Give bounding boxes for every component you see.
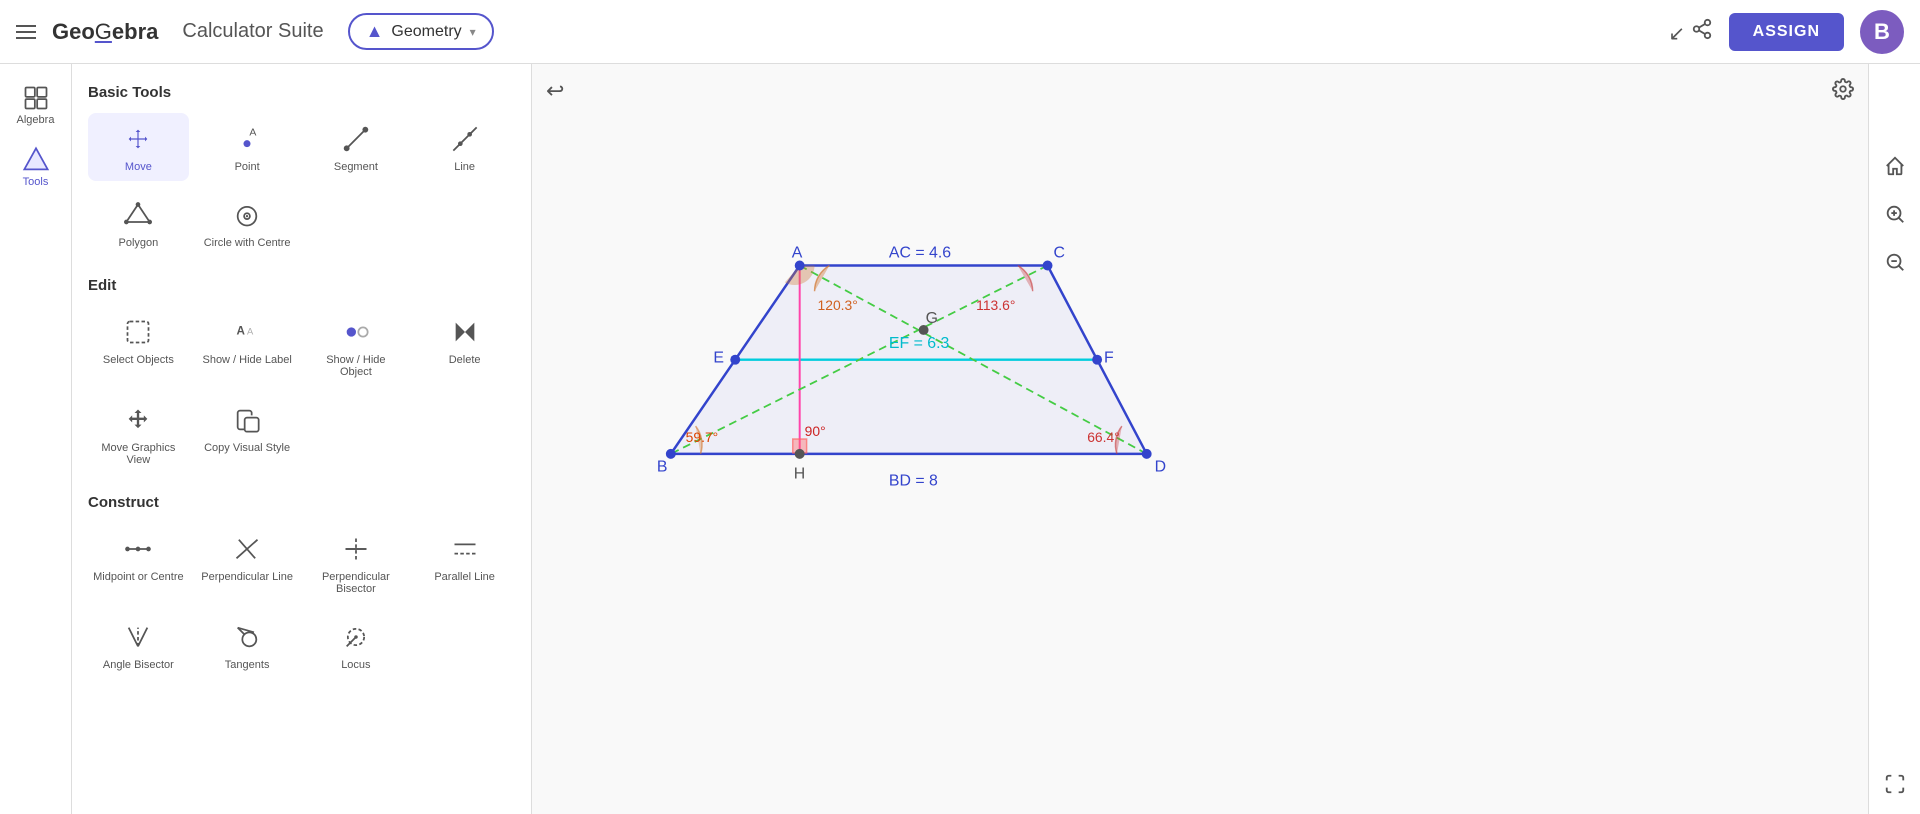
svg-text:G: G — [926, 310, 938, 327]
right-sidebar — [1868, 64, 1920, 814]
menu-button[interactable] — [16, 25, 36, 39]
sidebar-item-algebra[interactable]: Algebra — [6, 76, 66, 134]
copy-visual-icon — [229, 402, 265, 438]
tool-select-objects[interactable]: Select Objects — [88, 306, 189, 386]
topbar: GeoGebra Calculator Suite ▲ Geometry ▾ ↙… — [0, 0, 1920, 64]
zoom-in-button[interactable] — [1877, 196, 1913, 232]
svg-text:F: F — [1104, 350, 1114, 367]
tools-panel: Basic Tools Move A Point — [72, 64, 532, 814]
left-sidebar: Algebra Tools — [0, 64, 72, 814]
geometry-canvas[interactable]: A C B D E F G H AC = 4.6 EF = 6.3 BD = 8… — [532, 64, 1920, 814]
fullscreen-button[interactable] — [1877, 766, 1913, 802]
svg-text:A: A — [237, 324, 246, 337]
angle-A: 120.3° — [818, 297, 858, 313]
tool-move-graphics[interactable]: Move Graphics View — [88, 394, 189, 474]
geometry-label: Geometry — [391, 23, 461, 41]
svg-text:E: E — [713, 350, 724, 367]
svg-text:B: B — [657, 459, 668, 476]
user-avatar[interactable]: B — [1860, 10, 1904, 54]
svg-text:C: C — [1053, 245, 1064, 262]
main-area: Algebra Tools Basic Tools Move A — [0, 64, 1920, 814]
angle-C: 113.6° — [976, 297, 1015, 313]
svg-text:A: A — [792, 245, 803, 262]
angle-H: 90° — [805, 423, 826, 439]
share-icon[interactable]: ↙ — [1668, 18, 1712, 46]
tool-tangents[interactable]: Tangents — [197, 611, 298, 679]
chevron-down-icon: ▾ — [470, 25, 476, 39]
circle-centre-icon — [229, 197, 265, 233]
perp-line-icon — [229, 531, 265, 567]
edit-tools-grid: Select Objects A A Show / Hide Label — [88, 306, 515, 474]
locus-icon — [338, 619, 374, 655]
svg-text:H: H — [794, 466, 805, 483]
settings-button[interactable] — [1832, 78, 1854, 106]
tool-show-hide-object[interactable]: Show / Hide Object — [306, 306, 407, 386]
svg-text:A: A — [249, 127, 256, 139]
tangents-icon — [229, 619, 265, 655]
tool-perp-bisector[interactable]: Perpendicular Bisector — [306, 523, 407, 603]
label-AC: AC = 4.6 — [889, 245, 951, 262]
topbar-right: ↙ ASSIGN B — [1668, 10, 1904, 54]
tool-point[interactable]: A Point — [197, 113, 298, 181]
point-icon: A — [229, 121, 265, 157]
tool-locus[interactable]: Locus — [306, 611, 407, 679]
midpoint-icon — [120, 531, 156, 567]
canvas-area[interactable]: ↩ — [532, 64, 1920, 814]
svg-text:A: A — [247, 326, 254, 336]
tool-polygon[interactable]: Polygon — [88, 189, 189, 257]
geometry-selector[interactable]: ▲ Geometry ▾ — [348, 13, 494, 50]
svg-text:D: D — [1155, 459, 1166, 476]
tool-line[interactable]: Line — [414, 113, 515, 181]
home-button[interactable] — [1877, 148, 1913, 184]
edit-title: Edit — [88, 277, 515, 294]
tool-angle-bisector[interactable]: Angle Bisector — [88, 611, 189, 679]
basic-tools-title: Basic Tools — [88, 84, 515, 101]
tool-delete[interactable]: Delete — [414, 306, 515, 386]
construct-tools-grid: Midpoint or Centre Perpendicular Line — [88, 523, 515, 679]
construct-title: Construct — [88, 494, 515, 511]
suite-name: Calculator Suite — [182, 20, 323, 43]
logo: GeoGebra — [52, 19, 158, 45]
polygon-icon — [120, 197, 156, 233]
parallel-line-icon — [447, 531, 483, 567]
tool-copy-visual[interactable]: Copy Visual Style — [197, 394, 298, 474]
tool-show-hide-label[interactable]: A A Show / Hide Label — [197, 306, 298, 386]
assign-button[interactable]: ASSIGN — [1729, 13, 1844, 51]
segment-icon — [338, 121, 374, 157]
tool-segment[interactable]: Segment — [306, 113, 407, 181]
delete-icon — [447, 314, 483, 350]
tool-parallel-line[interactable]: Parallel Line — [414, 523, 515, 603]
zoom-out-button[interactable] — [1877, 244, 1913, 280]
tool-move[interactable]: Move — [88, 113, 189, 181]
show-hide-label-icon: A A — [229, 314, 265, 350]
tool-circle-centre[interactable]: Circle with Centre — [197, 189, 298, 257]
label-BD: BD = 8 — [889, 473, 938, 490]
line-icon — [447, 121, 483, 157]
tool-midpoint[interactable]: Midpoint or Centre — [88, 523, 189, 603]
perp-bisector-icon — [338, 531, 374, 567]
sidebar-item-tools[interactable]: Tools — [6, 138, 66, 196]
tool-perp-line[interactable]: Perpendicular Line — [197, 523, 298, 603]
move-graphics-icon — [120, 402, 156, 438]
angle-B: 59.7° — [686, 429, 719, 445]
label-EF: EF = 6.3 — [889, 335, 950, 352]
move-icon — [120, 121, 156, 157]
basic-tools-grid: Move A Point — [88, 113, 515, 257]
select-objects-icon — [120, 314, 156, 350]
angle-D: 66.4° — [1087, 429, 1120, 445]
angle-bisector-icon — [120, 619, 156, 655]
geometry-icon: ▲ — [366, 21, 384, 42]
show-hide-object-icon — [338, 314, 374, 350]
